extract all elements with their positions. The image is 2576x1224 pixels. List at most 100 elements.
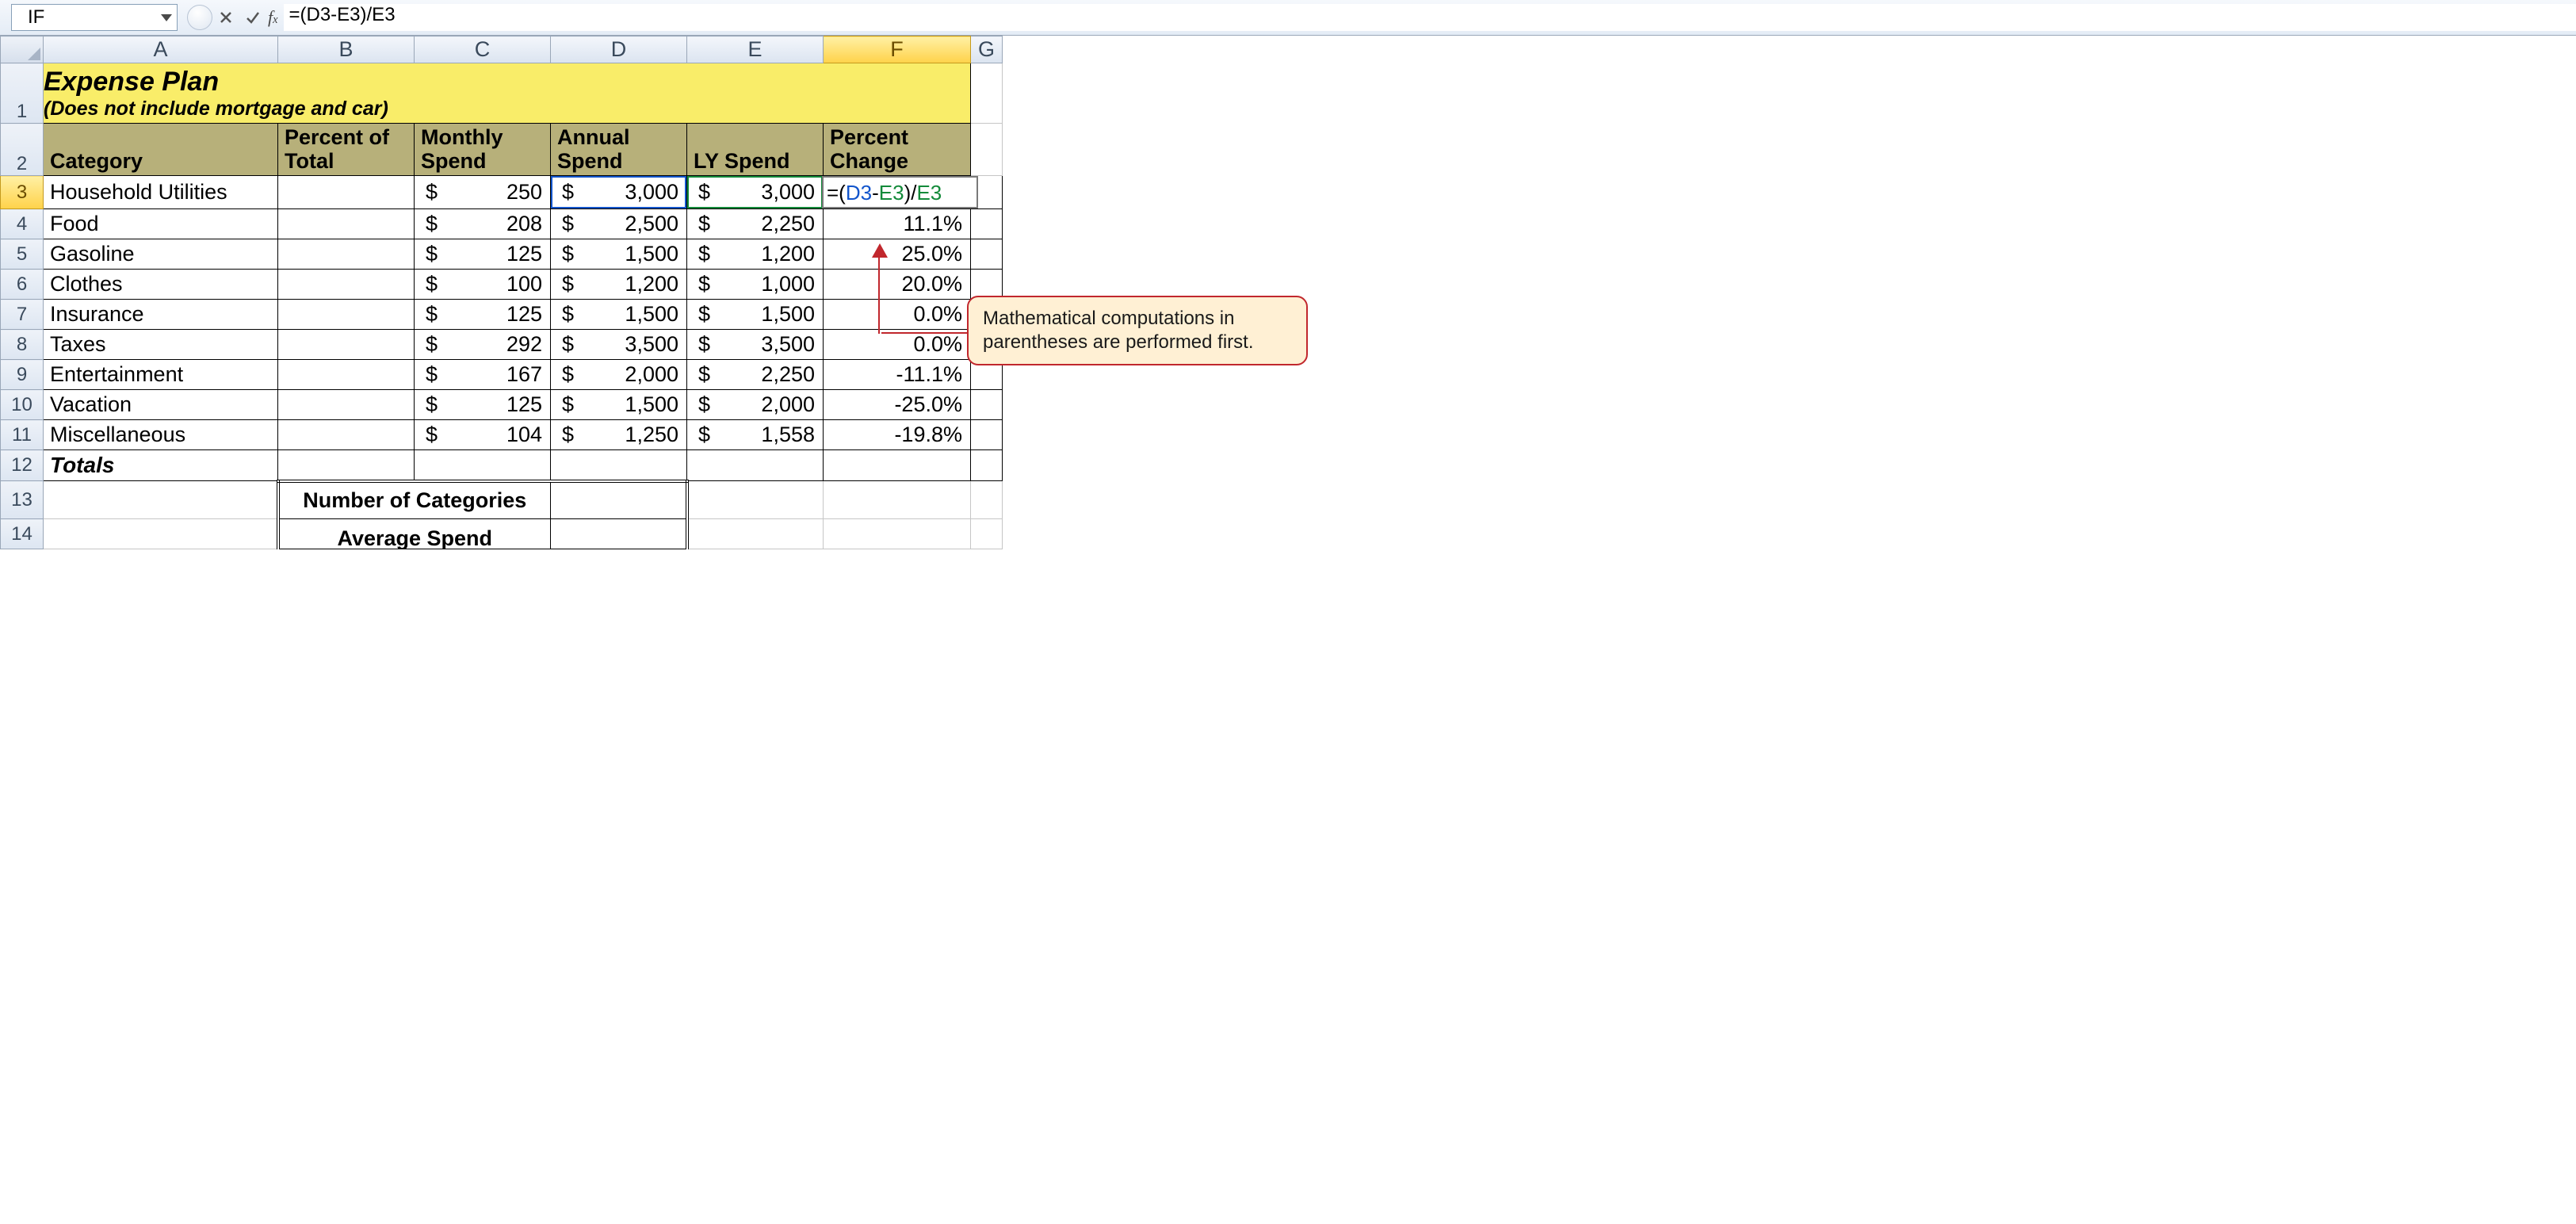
cell-D9[interactable]: $2,000: [551, 360, 687, 390]
cell-F9[interactable]: -11.1%: [824, 360, 971, 390]
name-box[interactable]: IF: [11, 4, 178, 31]
header-percent-of-total[interactable]: Percent of Total: [278, 124, 415, 176]
cell-A3[interactable]: Household Utilities: [44, 176, 278, 209]
title-cell[interactable]: Expense Plan (Does not include mortgage …: [44, 63, 971, 124]
cell-E14[interactable]: [687, 519, 824, 549]
cell-E5[interactable]: $1,200: [687, 239, 824, 270]
row-header-13[interactable]: 13: [1, 481, 44, 519]
chevron-down-icon[interactable]: [161, 14, 172, 21]
cell-A5[interactable]: Gasoline: [44, 239, 278, 270]
cell-D3[interactable]: $3,000: [551, 176, 687, 209]
cell-D5[interactable]: $1,500: [551, 239, 687, 270]
cell-C7[interactable]: $125: [415, 300, 551, 330]
cell-D8[interactable]: $3,500: [551, 330, 687, 360]
col-header-G[interactable]: G: [971, 36, 1003, 63]
row-header-12[interactable]: 12: [1, 450, 44, 481]
col-header-B[interactable]: B: [278, 36, 415, 63]
cell-G14[interactable]: [971, 519, 1003, 549]
cell-A7[interactable]: Insurance: [44, 300, 278, 330]
cell-A14[interactable]: [44, 519, 278, 549]
cell-G12[interactable]: [971, 450, 1003, 481]
cell-B6[interactable]: [278, 270, 415, 300]
cell-E11[interactable]: $1,558: [687, 420, 824, 450]
row-header-8[interactable]: 8: [1, 330, 44, 360]
spreadsheet-grid[interactable]: A B C D E F G 1 Expense Plan (Does not i…: [0, 36, 2576, 549]
cell-E13[interactable]: [687, 481, 824, 519]
formula-input[interactable]: =(D3-E3)/E3: [284, 4, 2576, 31]
row-header-6[interactable]: 6: [1, 270, 44, 300]
cell-G2[interactable]: [971, 124, 1003, 176]
cell-C3[interactable]: $250: [415, 176, 551, 209]
cell-A10[interactable]: Vacation: [44, 390, 278, 420]
cell-D7[interactable]: $1,500: [551, 300, 687, 330]
header-annual-spend[interactable]: Annual Spend: [551, 124, 687, 176]
col-header-C[interactable]: C: [415, 36, 551, 63]
col-header-F[interactable]: F: [824, 36, 971, 63]
cell-D11[interactable]: $1,250: [551, 420, 687, 450]
col-header-E[interactable]: E: [687, 36, 824, 63]
header-monthly-spend[interactable]: Monthly Spend: [415, 124, 551, 176]
cell-C8[interactable]: $292: [415, 330, 551, 360]
cell-E4[interactable]: $2,250: [687, 209, 824, 239]
cell-G11[interactable]: [971, 420, 1003, 450]
row-header-2[interactable]: 2: [1, 124, 44, 176]
cell-F11[interactable]: -19.8%: [824, 420, 971, 450]
cell-G13[interactable]: [971, 481, 1003, 519]
cell-A9[interactable]: Entertainment: [44, 360, 278, 390]
cancel-formula-button[interactable]: [212, 4, 239, 31]
cell-F13[interactable]: [824, 481, 971, 519]
cell-B7[interactable]: [278, 300, 415, 330]
cell-C11[interactable]: $104: [415, 420, 551, 450]
cell-B12[interactable]: [278, 450, 415, 481]
col-header-A[interactable]: A: [44, 36, 278, 63]
cell-B4[interactable]: [278, 209, 415, 239]
cell-G1[interactable]: [971, 63, 1003, 124]
fx-icon[interactable]: fx: [268, 7, 277, 28]
row-header-7[interactable]: 7: [1, 300, 44, 330]
cell-D12[interactable]: [551, 450, 687, 481]
row-header-5[interactable]: 5: [1, 239, 44, 270]
cell-C9[interactable]: $167: [415, 360, 551, 390]
cell-G10[interactable]: [971, 390, 1003, 420]
row-header-3[interactable]: 3: [1, 176, 44, 209]
enter-formula-button[interactable]: [239, 4, 266, 31]
cell-F5[interactable]: 25.0%: [824, 239, 971, 270]
cell-E3[interactable]: $3,000: [687, 176, 824, 209]
cell-B11[interactable]: [278, 420, 415, 450]
cell-A13[interactable]: [44, 481, 278, 519]
cell-E12[interactable]: [687, 450, 824, 481]
cell-B5[interactable]: [278, 239, 415, 270]
cell-F3-editing[interactable]: =(D3-E3)/E3: [824, 176, 971, 209]
row-header-9[interactable]: 9: [1, 360, 44, 390]
cell-BC13[interactable]: Number of Categories: [278, 481, 551, 519]
row-header-10[interactable]: 10: [1, 390, 44, 420]
cell-E7[interactable]: $1,500: [687, 300, 824, 330]
cell-F7[interactable]: 0.0%: [824, 300, 971, 330]
cell-B8[interactable]: [278, 330, 415, 360]
cell-C12[interactable]: [415, 450, 551, 481]
cell-F4[interactable]: 11.1%: [824, 209, 971, 239]
row-header-1[interactable]: 1: [1, 63, 44, 124]
cell-E6[interactable]: $1,000: [687, 270, 824, 300]
row-header-4[interactable]: 4: [1, 209, 44, 239]
header-category[interactable]: Category: [44, 124, 278, 176]
cell-F14[interactable]: [824, 519, 971, 549]
cell-BC14[interactable]: Average Spend: [278, 519, 551, 549]
cell-A11[interactable]: Miscellaneous: [44, 420, 278, 450]
cell-A8[interactable]: Taxes: [44, 330, 278, 360]
cell-E9[interactable]: $2,250: [687, 360, 824, 390]
cell-A4[interactable]: Food: [44, 209, 278, 239]
col-header-D[interactable]: D: [551, 36, 687, 63]
cell-C5[interactable]: $125: [415, 239, 551, 270]
cell-F6[interactable]: 20.0%: [824, 270, 971, 300]
cell-E8[interactable]: $3,500: [687, 330, 824, 360]
row-header-11[interactable]: 11: [1, 420, 44, 450]
cell-F12[interactable]: [824, 450, 971, 481]
cell-D6[interactable]: $1,200: [551, 270, 687, 300]
cell-D10[interactable]: $1,500: [551, 390, 687, 420]
cell-G5[interactable]: [971, 239, 1003, 270]
cell-A6[interactable]: Clothes: [44, 270, 278, 300]
cell-G4[interactable]: [971, 209, 1003, 239]
cell-D13[interactable]: [551, 481, 687, 519]
cell-F10[interactable]: -25.0%: [824, 390, 971, 420]
